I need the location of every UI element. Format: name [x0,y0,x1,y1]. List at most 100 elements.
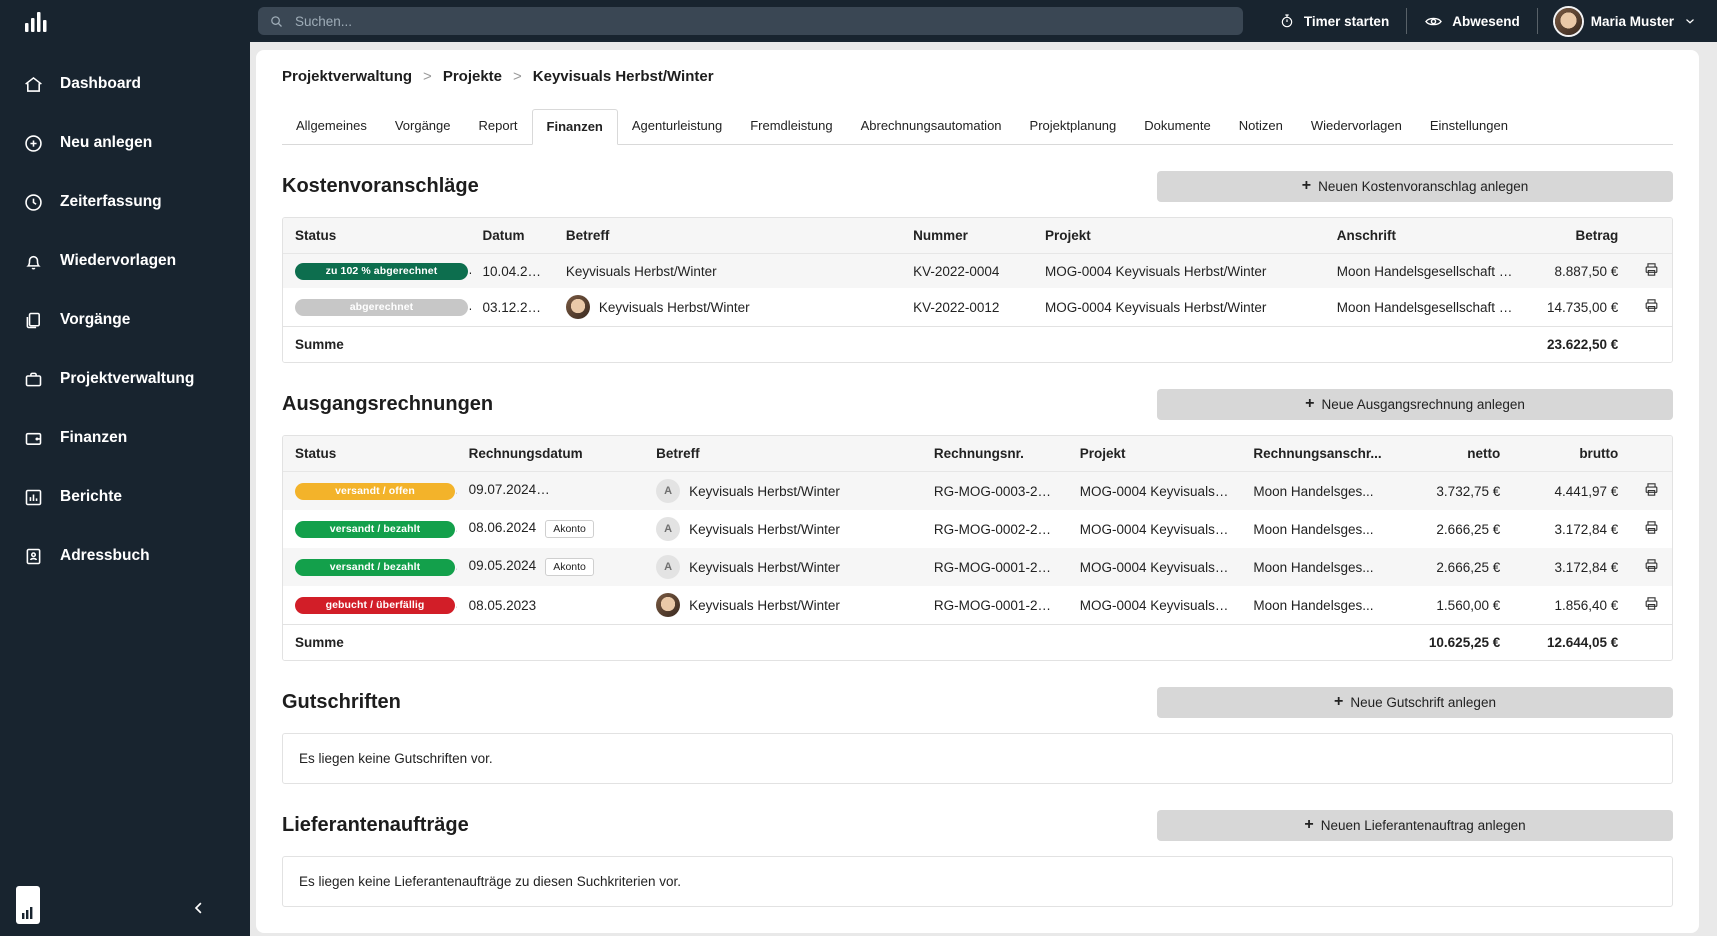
plus-icon: + [1334,694,1343,710]
content-area: Projektverwaltung > Projekte > Keyvisual… [250,42,1717,936]
tab-agenturleistung[interactable]: Agenturleistung [618,109,736,144]
cell-projekt: MOG-0004 Keyvisuals ... [1068,548,1242,586]
cell-rechnungsdatum: 09.05.2024Akonto [457,548,645,586]
home-icon [22,73,44,95]
footer-logo-bars-icon [21,906,35,920]
logo-bars-icon [22,9,48,35]
user-name: Maria Muster [1591,14,1674,29]
cell-actions [1630,472,1672,511]
new-gutschrift-button[interactable]: + Neue Gutschrift anlegen [1157,687,1673,718]
new-kostenvoranschlag-button[interactable]: + Neuen Kostenvoranschlag anlegen [1157,171,1673,202]
avatar: A [656,479,680,503]
cell-rechnungsdatum: 09.07.2024Schlussrechnung [457,472,645,511]
invoice-row[interactable]: versandt / bezahlt 09.05.2024Akonto A Key… [283,548,1672,586]
project-finance-card: Projektverwaltung > Projekte > Keyvisual… [256,50,1699,933]
sidebar-item-neu-anlegen[interactable]: Neu anlegen [0,121,250,165]
tab-projektplanung[interactable]: Projektplanung [1016,109,1131,144]
bell-icon [22,250,44,272]
address-book-icon [22,545,44,567]
presence-label: Abwesend [1452,14,1520,29]
sidebar-item-label: Neu anlegen [60,134,152,152]
plus-icon: + [1305,396,1314,412]
table-header-row: Status Datum Betreff Nummer Projekt Ansc… [283,218,1672,254]
sidebar-item-projektverwaltung[interactable]: Projektverwaltung [0,357,250,401]
print-button[interactable] [1643,297,1660,317]
new-ausgangsrechnung-button[interactable]: + Neue Ausgangsrechnung anlegen [1157,389,1673,420]
footer-logo [16,886,40,924]
column-betrag: Betrag [1526,218,1630,254]
tab-wiedervorlagen[interactable]: Wiedervorlagen [1297,109,1416,144]
topbar-divider [1406,8,1407,34]
tab-abrechnungsautomation[interactable]: Abrechnungsautomation [847,109,1016,144]
tab-allgemeines[interactable]: Allgemeines [282,109,381,144]
cell-status: zu 102 % abgerechnet [283,254,471,289]
user-avatar [1555,8,1582,35]
cell-brutto: 3.172,84 € [1512,548,1630,586]
user-menu-button[interactable]: Maria Muster [1555,8,1697,35]
global-search[interactable] [258,7,1243,35]
invoice-row[interactable]: versandt / bezahlt 08.06.2024Akonto AKey… [283,510,1672,548]
sidebar-item-wiedervorlagen[interactable]: Wiedervorlagen [0,239,250,283]
search-input[interactable] [293,13,1232,30]
print-button[interactable] [1643,519,1660,539]
sidebar-item-finanzen[interactable]: Finanzen [0,416,250,460]
sidebar-item-berichte[interactable]: Berichte [0,475,250,519]
betreff-text: Keyvisuals Herbst/Winter [689,560,840,575]
app-logo[interactable] [0,0,250,44]
column-betreff: Betreff [554,218,901,254]
printer-icon [1643,595,1660,612]
date-text: 09.07.2024 [469,482,550,497]
collapse-sidebar-button[interactable] [186,895,212,924]
sidebar-item-label: Wiedervorlagen [60,252,176,270]
print-button[interactable] [1643,481,1660,501]
date-text: 08.05.2023 [469,598,537,613]
presence-status-button[interactable]: Abwesend [1424,12,1520,31]
cell-betreff: AKeyvisuals Herbst/Winter [644,472,922,511]
printer-icon [1643,519,1660,536]
timer-start-button[interactable]: Timer starten [1279,13,1389,29]
section-ausgangsrechnungen-header: Ausgangsrechnungen + Neue Ausgangsrechnu… [282,389,1673,420]
tab-dokumente[interactable]: Dokumente [1130,109,1224,144]
print-button[interactable] [1643,595,1660,615]
estimate-row[interactable]: abgerechnet 03.12.20... Keyvisuals Herbs… [283,288,1672,327]
invoice-row[interactable]: gebucht / überfällig 08.05.2023 Keyvisua… [283,586,1672,625]
sidebar: Dashboard Neu anlegen Zeiterfassung Wied… [0,0,250,936]
invoice-row[interactable]: versandt / offen 09.07.2024Schlussrechnu… [283,472,1672,511]
cell-projekt: MOG-0004 Keyvisuals Herbst/Winter [1033,254,1325,289]
print-button[interactable] [1643,261,1660,281]
cell-anschrift: Moon Handelsgesellschaft mb... [1325,288,1526,327]
tab-notizen[interactable]: Notizen [1225,109,1297,144]
sidebar-item-adressbuch[interactable]: Adressbuch [0,534,250,578]
breadcrumb-projektverwaltung[interactable]: Projektverwaltung [282,68,412,85]
column-actions [1630,218,1672,254]
cell-rechnungsnr: RG-MOG-0001-20... [922,586,1068,625]
tab-einstellungen[interactable]: Einstellungen [1416,109,1522,144]
column-netto: netto [1408,436,1512,472]
sidebar-item-zeiterfassung[interactable]: Zeiterfassung [0,180,250,224]
sidebar-item-dashboard[interactable]: Dashboard [0,62,250,106]
sidebar-item-vorgaenge[interactable]: Vorgänge [0,298,250,342]
new-lieferantenauftrag-button[interactable]: + Neuen Lieferantenauftrag anlegen [1157,810,1673,841]
estimates-table: Status Datum Betreff Nummer Projekt Ansc… [282,217,1673,363]
cell-rechnungsnr: RG-MOG-0002-20... [922,510,1068,548]
section-kostenvoranschlaege-header: Kostenvoranschläge + Neuen Kostenvoransc… [282,171,1673,202]
cell-status: versandt / bezahlt [283,548,457,586]
print-button[interactable] [1643,557,1660,577]
tab-vorgaenge[interactable]: Vorgänge [381,109,465,144]
tab-fremdleistung[interactable]: Fremdleistung [736,109,846,144]
tab-report[interactable]: Report [465,109,532,144]
avatar: A [656,555,680,579]
wallet-icon [22,427,44,449]
timer-label: Timer starten [1304,14,1389,29]
date-text: 08.06.2024 [469,520,537,535]
estimate-row[interactable]: zu 102 % abgerechnet 10.04.20... Keyvisu… [283,254,1672,289]
cell-actions [1630,254,1672,289]
sum-label: Summe [283,327,471,363]
column-projekt: Projekt [1068,436,1242,472]
cell-rechnungsanschrift: Moon Handelsges... [1241,510,1408,548]
breadcrumb-projekte[interactable]: Projekte [443,68,502,85]
plus-icon: + [1302,178,1311,194]
gutschriften-empty-state: Es liegen keine Gutschriften vor. [282,733,1673,784]
tab-finanzen[interactable]: Finanzen [532,109,618,145]
status-badge: versandt / offen [295,483,455,500]
